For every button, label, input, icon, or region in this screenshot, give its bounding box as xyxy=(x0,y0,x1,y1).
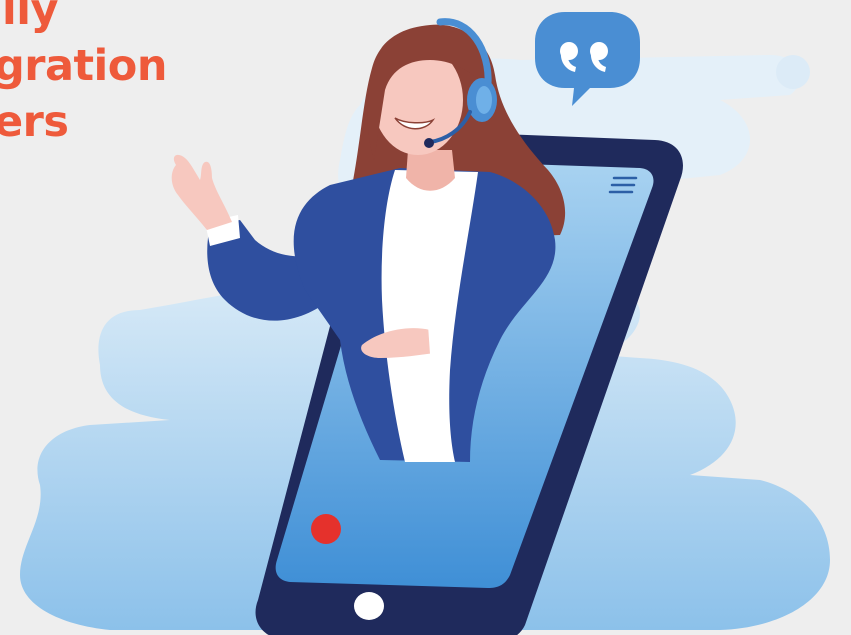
headline-line-3: ers xyxy=(0,97,69,147)
cloud-dot xyxy=(776,55,810,89)
headline-text: lly gration ers xyxy=(0,0,224,150)
record-dot-icon xyxy=(311,514,341,544)
headline-line-1: lly xyxy=(2,0,59,35)
raised-hand xyxy=(171,154,232,230)
home-button-icon xyxy=(354,592,384,620)
headline-line-2: gration xyxy=(0,41,167,91)
illustration-canvas: lly gration ers xyxy=(0,0,851,635)
